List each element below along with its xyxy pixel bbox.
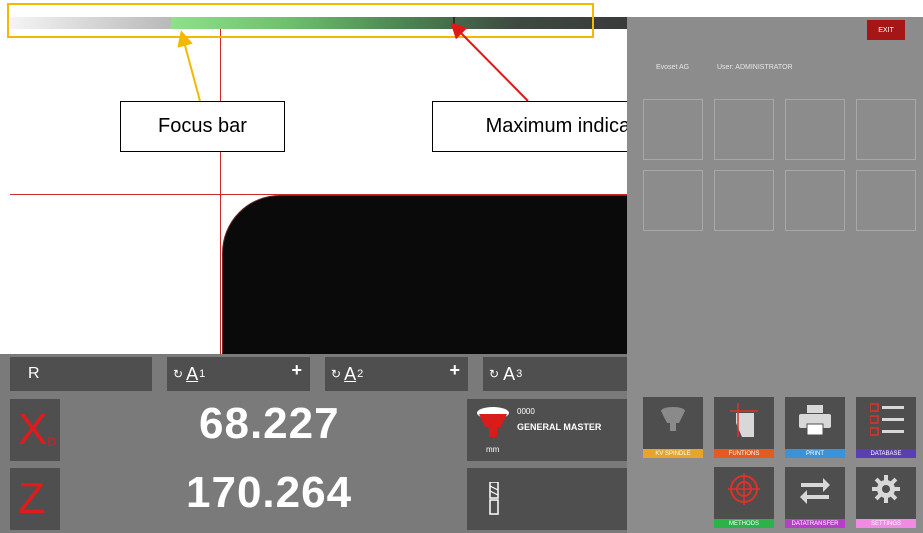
a3-index: 3 (516, 368, 523, 380)
spindle-icon (661, 407, 685, 431)
empty-tile[interactable] (856, 170, 916, 231)
tool-holder-icon (477, 407, 509, 437)
empty-tile[interactable] (643, 170, 703, 231)
rotate-icon: ↻ (331, 367, 342, 381)
x-letter: X (18, 405, 48, 454)
settings-button[interactable]: SETTINGS (856, 467, 916, 528)
database-button[interactable]: DATABASE (856, 397, 916, 458)
a1-letter: A (186, 363, 199, 384)
end-mill-icon (489, 482, 499, 515)
empty-tile[interactable] (785, 99, 845, 160)
rotate-icon: ↻ (173, 367, 184, 381)
functions-label: FUNTIONS (714, 449, 774, 458)
empty-tile[interactable] (643, 99, 703, 160)
r-axis-label: R (28, 365, 40, 382)
z-axis-label: Z (10, 468, 60, 530)
print-label: PRINT (785, 449, 845, 458)
empty-tile[interactable] (714, 170, 774, 231)
z-letter: Z (18, 474, 45, 523)
a1-index: 1 (199, 368, 206, 380)
methods-label: METHODS (714, 519, 774, 528)
z-readout-value: 170.264 (186, 468, 353, 517)
tool-number: 0000 (517, 407, 535, 416)
cutter-selector[interactable] (467, 468, 627, 530)
kv-spindle-button[interactable]: KV SPINDLE (643, 397, 703, 458)
functions-icon (730, 403, 758, 437)
methods-button[interactable]: METHODS (714, 467, 774, 528)
focus-bar-highlight (7, 3, 594, 38)
a2-axis-button[interactable]: ↻ A 2 + (325, 357, 468, 391)
empty-tile[interactable] (785, 170, 845, 231)
rotate-icon: ↻ (489, 367, 500, 381)
empty-tile[interactable] (714, 99, 774, 160)
empty-tile[interactable] (856, 99, 916, 160)
database-list-icon (870, 403, 904, 436)
x-readout-value: 68.227 (199, 399, 340, 448)
database-label: DATABASE (856, 449, 916, 458)
datatransfer-label: DATATRANSFER (785, 519, 845, 528)
crosshair-vertical (220, 17, 221, 354)
exit-button[interactable]: EXIT (867, 20, 905, 40)
a1-axis-button[interactable]: ↻ A 1 + (167, 357, 310, 391)
target-icon (728, 473, 760, 505)
a3-axis-button[interactable]: ↻ A 3 (483, 357, 627, 391)
r-axis-button[interactable]: R (10, 357, 152, 391)
tool-unit: mm (486, 445, 500, 454)
x-subscript: D (47, 435, 57, 449)
a3-letter: A (503, 363, 516, 384)
datatransfer-button[interactable]: DATATRANSFER (785, 467, 845, 528)
company-name: Evoset AG (656, 64, 690, 71)
a2-plus-icon[interactable]: + (449, 360, 460, 381)
settings-label: SETTINGS (856, 519, 916, 528)
tool-name: GENERAL MASTER (517, 422, 602, 432)
kv-spindle-label: KV SPINDLE (643, 449, 703, 458)
print-button[interactable]: PRINT (785, 397, 845, 458)
functions-button[interactable]: FUNTIONS (714, 397, 774, 458)
printer-icon (799, 405, 831, 435)
a1-plus-icon[interactable]: + (291, 360, 302, 381)
x-axis-label: X D (10, 399, 60, 461)
user-label: User: ADMINISTRATOR (717, 64, 793, 71)
a2-letter: A (344, 363, 357, 384)
transfer-arrows-icon (800, 478, 830, 504)
a2-index: 2 (357, 368, 364, 380)
focus-bar-callout: Focus bar (120, 101, 285, 152)
gear-icon (872, 475, 900, 503)
crosshair-horizontal (10, 194, 627, 195)
tool-selector[interactable]: 0000 GENERAL MASTER mm (467, 399, 627, 461)
